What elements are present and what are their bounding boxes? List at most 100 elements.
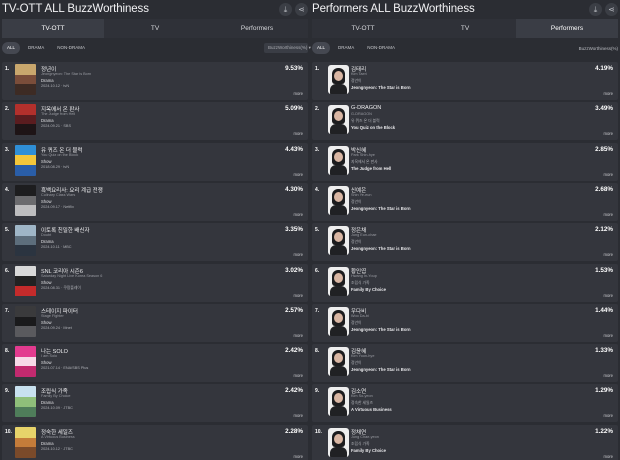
program-card[interactable]: 6. SNL 코리아 시즌6 Saturday Night Live Korea S… [2, 263, 308, 302]
filter-drama[interactable]: DRAMA [333, 42, 359, 54]
more-link[interactable]: more [293, 91, 303, 96]
more-link[interactable]: more [293, 131, 303, 136]
buzz-percentage: 1.44% [595, 306, 613, 314]
show-title-en: Family By Choice [351, 286, 386, 292]
program-card[interactable]: 2. 지옥에서 온 판사 The Judge from Hell Drama 2024.… [2, 102, 308, 141]
rank-number: 6. [5, 267, 10, 274]
performer-card[interactable]: 10. 정채연 Jung Chae-yeon 조립식 가족 Family By Choi… [312, 424, 618, 460]
share-icon[interactable]: ⋖ [295, 2, 308, 16]
download-icon[interactable]: ⤓ [279, 2, 292, 16]
more-link[interactable]: more [603, 293, 613, 298]
rank-number: 4. [5, 186, 10, 193]
sort-label: BuzzWorthiness(%) [578, 45, 618, 51]
rank-number: 9. [5, 388, 10, 395]
performer-name-en: Hwang In-Youp [351, 273, 377, 278]
performer-card[interactable]: 6. 황인엽 Hwang In-Youp 조립식 가족 Family By Choice… [312, 263, 618, 302]
program-card[interactable]: 10. 정숙한 세일즈 A Virtuous Business Drama 2024.1… [2, 424, 308, 460]
rank-number: 3. [5, 146, 10, 153]
show-title-en: A Virtuous Business [351, 407, 392, 413]
buzz-percentage: 1.22% [595, 427, 613, 435]
filter-all[interactable]: ALL [2, 42, 21, 54]
performer-card[interactable]: 3. 박신혜 Park Shin-hye 지옥에서 온 판사 The Judge fro… [312, 142, 618, 181]
buzz-percentage: 2.42% [285, 347, 303, 355]
program-card[interactable]: 5. 이토록 친밀한 배신자 Doubt Drama 2024.10.11 · MBC 3… [2, 223, 308, 262]
more-link[interactable]: more [603, 91, 613, 96]
more-link[interactable]: more [293, 373, 303, 378]
program-subtitle: Culinary Class Wars [41, 192, 76, 197]
performer-card[interactable]: 1. 김태리 Kim Taeri 정년이 Jeongnyeon: The Star is… [312, 62, 618, 100]
program-card[interactable]: 9. 조립식 가족 Family By Choice Drama 2024.10.09 … [2, 384, 308, 423]
buzz-percentage: 3.35% [285, 226, 303, 234]
program-subtitle: Family By Choice [41, 394, 71, 399]
performer-photo [328, 226, 349, 256]
program-genre: Show [41, 198, 52, 204]
program-meta: 2018.08.29 · tvN [41, 164, 70, 169]
program-meta: 2024.09.24 · Mnet [41, 325, 72, 330]
tab-tv-ott[interactable]: TV-OTT [2, 19, 104, 38]
panel-header: Performers ALL BuzzWorthiness ⤓ ⋖ [312, 0, 618, 18]
program-card[interactable]: 1. 정년이 Jeongnyeon: The Star is Born Drama 20… [2, 62, 308, 100]
more-link[interactable]: more [293, 172, 303, 177]
buzz-percentage: 4.30% [285, 185, 303, 193]
performer-name-en: Park Shin-hye [351, 152, 375, 157]
tab-performers[interactable]: Performers [206, 19, 308, 38]
program-subtitle: You Quiz on the Block [41, 152, 79, 157]
rank-number: 5. [5, 227, 10, 234]
show-title-en: Jeongnyeon: The Star is Born [351, 85, 411, 90]
tab-performers[interactable]: Performers [516, 19, 618, 38]
more-link[interactable]: more [603, 333, 613, 338]
more-link[interactable]: more [603, 172, 613, 177]
program-card[interactable]: 3. 유 퀴즈 온 더 블럭 You Quiz on the Block Show 20… [2, 142, 308, 181]
filter-non-drama[interactable]: NON-DRAMA [52, 42, 90, 54]
performer-photo [328, 306, 349, 336]
more-link[interactable]: more [603, 212, 613, 217]
buzz-percentage: 2.28% [285, 427, 303, 435]
program-genre: Show [41, 158, 52, 164]
more-link[interactable]: more [603, 454, 613, 459]
filter-all[interactable]: ALL [312, 42, 331, 54]
show-title: 지옥에서 온 판사 [351, 159, 378, 164]
rank-number: 9. [315, 388, 320, 395]
more-link[interactable]: more [603, 252, 613, 257]
more-link[interactable]: more [603, 413, 613, 418]
performer-name-en: Jung Eun-chae [351, 233, 377, 238]
program-card[interactable]: 8. 나는 SOLO I am Solo Show 2021.07.14 · ENA/S… [2, 344, 308, 383]
show-title: 조립식 가족 [351, 280, 370, 285]
more-link[interactable]: more [603, 131, 613, 136]
performer-photo [328, 387, 349, 417]
buzz-percentage: 2.57% [285, 306, 303, 314]
tab-tv-ott[interactable]: TV-OTT [312, 19, 414, 38]
more-link[interactable]: more [293, 252, 303, 257]
show-title: 정숙한 세일즈 [351, 401, 374, 406]
more-link[interactable]: more [293, 333, 303, 338]
performer-card[interactable]: 4. 신예은 Shin Ye-eun 정년이 Jeongnyeon: The Star … [312, 182, 618, 221]
poster-image [15, 64, 36, 95]
performer-card[interactable]: 8. 김윤혜 Kim Yoon-hye 정년이 Jeongnyeon: The Star… [312, 344, 618, 383]
more-link[interactable]: more [293, 454, 303, 459]
filter-row: ALL DRAMA NON-DRAMA BuzzWorthiness(%) [312, 42, 618, 54]
more-link[interactable]: more [293, 212, 303, 217]
buzz-percentage: 3.02% [285, 266, 303, 274]
show-title-en: The Judge from Hell [351, 165, 392, 171]
program-subtitle: Stage Fighter [41, 313, 64, 318]
tab-tv[interactable]: TV [104, 19, 206, 38]
program-card[interactable]: 4. 흑백요리사: 요리 계급 전쟁 Culinary Class Wars Show… [2, 182, 308, 221]
sort-select[interactable]: BuzzWorthiness(%) ▾ [264, 43, 311, 53]
performer-card[interactable]: 7. 우다비 Woo Da-bi 정년이 Jeongnyeon: The Star is… [312, 303, 618, 342]
program-genre: Drama [41, 440, 54, 446]
more-link[interactable]: more [603, 373, 613, 378]
filter-drama[interactable]: DRAMA [23, 42, 49, 54]
download-icon[interactable]: ⤓ [589, 2, 602, 16]
performer-photo [328, 185, 349, 215]
performer-card[interactable]: 5. 정은채 Jung Eun-chae 정년이 Jeongnyeon: The Sta… [312, 223, 618, 262]
tab-tv[interactable]: TV [414, 19, 516, 38]
more-link[interactable]: more [293, 413, 303, 418]
program-card[interactable]: 7. 스테이지 파이터 Stage Fighter Show 2024.09.24 · … [2, 303, 308, 342]
filter-non-drama[interactable]: NON-DRAMA [362, 42, 400, 54]
share-icon[interactable]: ⋖ [605, 2, 618, 16]
rank-number: 8. [315, 348, 320, 355]
performer-card[interactable]: 2. G-DRAGON G-DRAGON 유 퀴즈 온 더 블럭 You Quiz on… [312, 102, 618, 141]
performer-card[interactable]: 9. 김소연 Kim So-yeon 정숙한 세일즈 A Virtuous Busine… [312, 384, 618, 423]
more-link[interactable]: more [293, 293, 303, 298]
program-subtitle: Jeongnyeon: The Star is Born [41, 72, 92, 76]
